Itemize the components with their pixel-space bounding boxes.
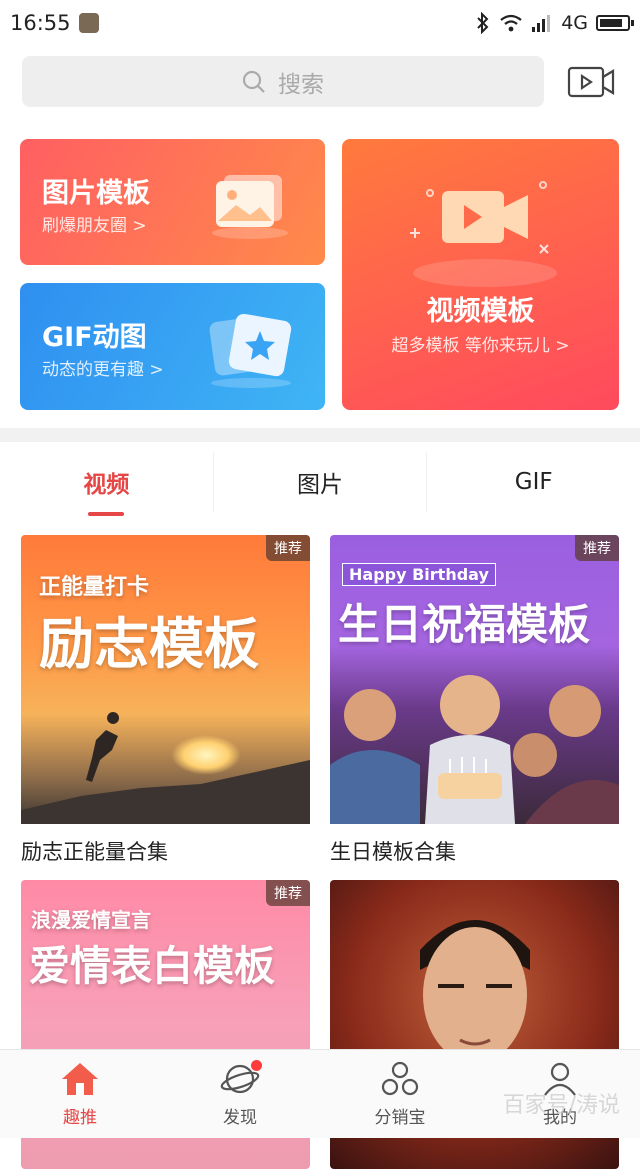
nav-item-home[interactable]: 趣推 — [0, 1050, 160, 1138]
template-thumbnail: 推荐 正能量打卡 励志模板 — [21, 535, 310, 824]
template-small-title: 正能量打卡 — [39, 575, 150, 600]
search-icon — [242, 70, 265, 93]
template-thumbnail: 推荐 Happy Birthday 生日祝福模板 — [330, 535, 619, 824]
app-notification-icon — [78, 13, 99, 33]
gif-subtitle: 动态的更有趣 > — [42, 360, 164, 380]
image-template-subtitle: 刷爆朋友圈 > — [42, 216, 147, 236]
tab-video-label: 视频 — [83, 472, 130, 498]
gif-star-icon — [209, 313, 292, 388]
recommend-badge: 推荐 — [266, 880, 310, 906]
signal-icon — [532, 15, 551, 32]
search-input[interactable]: 搜索 — [22, 56, 544, 107]
template-big-title: 爱情表白模板 — [29, 942, 275, 990]
tab-gif-label: GIF — [514, 469, 553, 495]
picture-icon — [212, 175, 288, 239]
distribution-icon — [381, 1061, 419, 1095]
nav-item-distribution-label: 分销宝 — [374, 1107, 426, 1128]
nav-item-home-label: 趣推 — [63, 1107, 97, 1128]
search-placeholder: 搜索 — [278, 71, 324, 98]
tab-active-indicator — [88, 512, 125, 516]
content-tabs: 视频 图片 GIF — [0, 442, 640, 522]
status-time: 16:55 — [10, 11, 71, 35]
image-template-title: 图片模板 — [42, 178, 150, 209]
image-template-card[interactable]: 图片模板 刷爆朋友圈 > — [20, 139, 325, 265]
gif-card[interactable]: GIF动图 动态的更有趣 > — [20, 283, 325, 410]
network-label: 4G — [561, 12, 588, 34]
tab-gif[interactable]: GIF — [427, 442, 640, 522]
status-right: 4G — [475, 12, 634, 34]
notification-dot — [251, 1060, 262, 1071]
home-icon — [62, 1062, 98, 1095]
video-template-subtitle: 超多模板 等你来玩儿 > — [391, 336, 570, 356]
nav-item-discover[interactable]: 发现 — [160, 1050, 320, 1138]
template-big-title: 生日祝福模板 — [338, 600, 591, 649]
watermark: 百家号/涛说 — [502, 1093, 620, 1118]
video-template-icon — [410, 181, 557, 287]
template-small-title: Happy Birthday — [342, 563, 496, 586]
template-caption: 励志正能量合集 — [21, 840, 168, 864]
video-template-title: 视频模板 — [426, 296, 535, 327]
section-divider — [0, 428, 640, 442]
template-caption: 生日模板合集 — [330, 840, 456, 864]
jumping-person-silhouette — [21, 712, 310, 824]
status-bar: 16:55 4G — [0, 0, 640, 46]
tab-image-label: 图片 — [297, 472, 343, 498]
video-camera-icon — [567, 66, 615, 98]
recommend-badge: 推荐 — [575, 535, 619, 561]
template-item[interactable]: 推荐 Happy Birthday 生日祝福模板 生日模板合集 — [330, 535, 619, 866]
nav-item-distribution[interactable]: 分销宝 — [320, 1050, 480, 1138]
template-item[interactable]: 推荐 正能量打卡 励志模板 励志正能量合集 — [21, 535, 310, 866]
template-big-title: 励志模板 — [39, 612, 260, 676]
birthday-photo — [330, 675, 619, 824]
tab-video[interactable]: 视频 — [0, 442, 213, 522]
gif-title: GIF动图 — [42, 322, 147, 353]
status-left: 16:55 — [10, 11, 99, 35]
bluetooth-icon — [477, 12, 489, 34]
video-template-card[interactable]: 视频模板 超多模板 等你来玩儿 > — [342, 139, 619, 410]
video-record-button[interactable] — [566, 62, 616, 102]
battery-icon — [596, 15, 634, 31]
nav-item-discover-label: 发现 — [223, 1107, 257, 1128]
recommend-badge: 推荐 — [266, 535, 310, 561]
tab-image[interactable]: 图片 — [214, 442, 427, 522]
wifi-icon — [500, 14, 522, 32]
template-small-title: 浪漫爱情宣言 — [31, 908, 151, 932]
